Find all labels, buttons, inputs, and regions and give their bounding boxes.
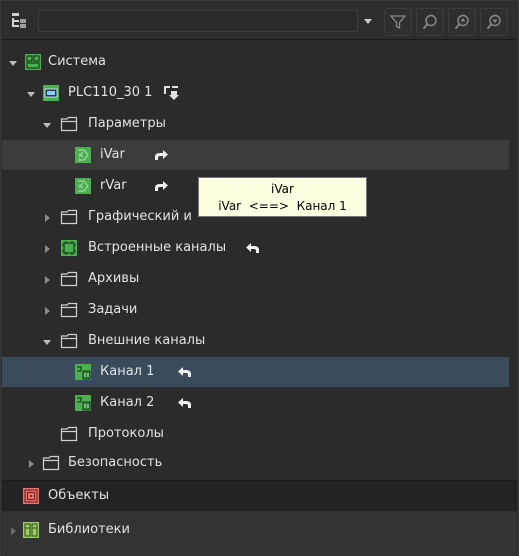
- variable-icon: [74, 177, 92, 195]
- libraries-icon: [22, 521, 40, 539]
- expand-icon[interactable]: [42, 212, 52, 222]
- tree-item-label: Канал 2: [100, 395, 155, 410]
- tree-item-label: Система: [48, 54, 107, 69]
- link-back-icon[interactable]: [244, 239, 262, 257]
- tree-item-security[interactable]: Безопасность: [2, 448, 517, 478]
- tree-item-ivar[interactable]: iVar: [2, 140, 517, 170]
- panel-libraries[interactable]: Библиотеки: [2, 512, 517, 556]
- folder-icon: [42, 454, 60, 472]
- tree-toolbar: [2, 2, 517, 40]
- objects-icon: [22, 487, 40, 505]
- expand-icon[interactable]: [8, 525, 18, 535]
- tooltip-binding: iVar <==> Канал 1: [218, 199, 347, 213]
- tree-item-label: rVar: [100, 178, 127, 193]
- tree-item-plc[interactable]: PLC110_30 1: [2, 78, 517, 108]
- link-tooltip: iVar iVar <==> Канал 1: [198, 177, 367, 217]
- link-back-icon[interactable]: [176, 363, 194, 381]
- tree-item-system[interactable]: Система: [2, 47, 517, 77]
- download-config-icon[interactable]: [162, 84, 180, 102]
- tree-item-label: Архивы: [88, 271, 140, 286]
- link-arrow-icon[interactable]: [152, 146, 170, 164]
- folder-icon: [60, 115, 78, 133]
- folder-icon: [60, 208, 78, 226]
- search-next-icon: [454, 14, 469, 30]
- project-tree: Система PLC110_30 1 Параметры iVar rVar …: [2, 41, 518, 519]
- channel-icon: [74, 394, 92, 412]
- tooltip-title: iVar: [271, 182, 294, 196]
- tree-item-label: Безопасность: [68, 455, 163, 470]
- expand-icon[interactable]: [42, 243, 52, 253]
- tree-structure-icon[interactable]: [10, 11, 30, 31]
- collapse-icon[interactable]: [8, 57, 18, 67]
- panel-label: Библиотеки: [48, 522, 130, 537]
- tree-item-parameters[interactable]: Параметры: [2, 109, 517, 139]
- expand-icon[interactable]: [42, 274, 52, 284]
- tree-item-label: Задачи: [88, 302, 138, 317]
- tree-item-label: Встроенные каналы: [88, 240, 227, 255]
- collapse-icon[interactable]: [42, 119, 52, 129]
- channel-icon: [74, 363, 92, 381]
- folder-icon: [60, 270, 78, 288]
- panel-label: Объекты: [48, 488, 110, 503]
- tree-item-label: iVar: [100, 147, 125, 162]
- channels-icon: [60, 239, 78, 257]
- folder-icon: [60, 301, 78, 319]
- tree-item-tasks[interactable]: Задачи: [2, 295, 517, 325]
- tree-item-channel-2[interactable]: Канал 2: [2, 388, 517, 418]
- search-prev-icon: [486, 14, 501, 30]
- tree-item-label: Протоколы: [88, 426, 164, 441]
- tree-item-label: Внешние каналы: [88, 333, 206, 348]
- folder-icon: [60, 425, 78, 443]
- dropdown-arrow-icon[interactable]: [358, 10, 378, 32]
- search-next-button[interactable]: [448, 8, 476, 36]
- search-icon: [422, 14, 437, 30]
- tree-item-channel-1[interactable]: Канал 1: [2, 357, 517, 387]
- link-back-icon[interactable]: [176, 394, 194, 412]
- expand-icon[interactable]: [42, 305, 52, 315]
- filter-icon: [389, 15, 407, 30]
- search-input[interactable]: [38, 10, 358, 32]
- tree-item-protocols[interactable]: Протоколы: [2, 419, 517, 449]
- plc-icon: [42, 84, 60, 102]
- filter-button[interactable]: [384, 8, 412, 36]
- search-prev-button[interactable]: [480, 8, 508, 36]
- collapse-icon[interactable]: [26, 88, 36, 98]
- tree-item-label: PLC110_30 1: [68, 85, 153, 100]
- tree-item-builtin-channels[interactable]: Встроенные каналы: [2, 233, 517, 263]
- system-icon: [24, 53, 42, 71]
- tree-item-label: Графический и: [88, 209, 192, 224]
- collapse-icon[interactable]: [42, 336, 52, 346]
- tree-item-label: Канал 1: [100, 364, 155, 379]
- tree-item-external-channels[interactable]: Внешние каналы: [2, 326, 517, 356]
- tree-item-archives[interactable]: Архивы: [2, 264, 517, 294]
- tree-scrollbar[interactable]: [509, 81, 518, 519]
- project-tree-window: Система PLC110_30 1 Параметры iVar rVar …: [0, 0, 519, 556]
- expand-icon[interactable]: [26, 458, 36, 468]
- tree-item-label: Параметры: [88, 116, 166, 131]
- panel-objects[interactable]: Объекты: [2, 480, 517, 510]
- folder-icon: [60, 332, 78, 350]
- variable-icon: [74, 146, 92, 164]
- link-arrow-icon[interactable]: [152, 177, 170, 195]
- search-button[interactable]: [416, 8, 444, 36]
